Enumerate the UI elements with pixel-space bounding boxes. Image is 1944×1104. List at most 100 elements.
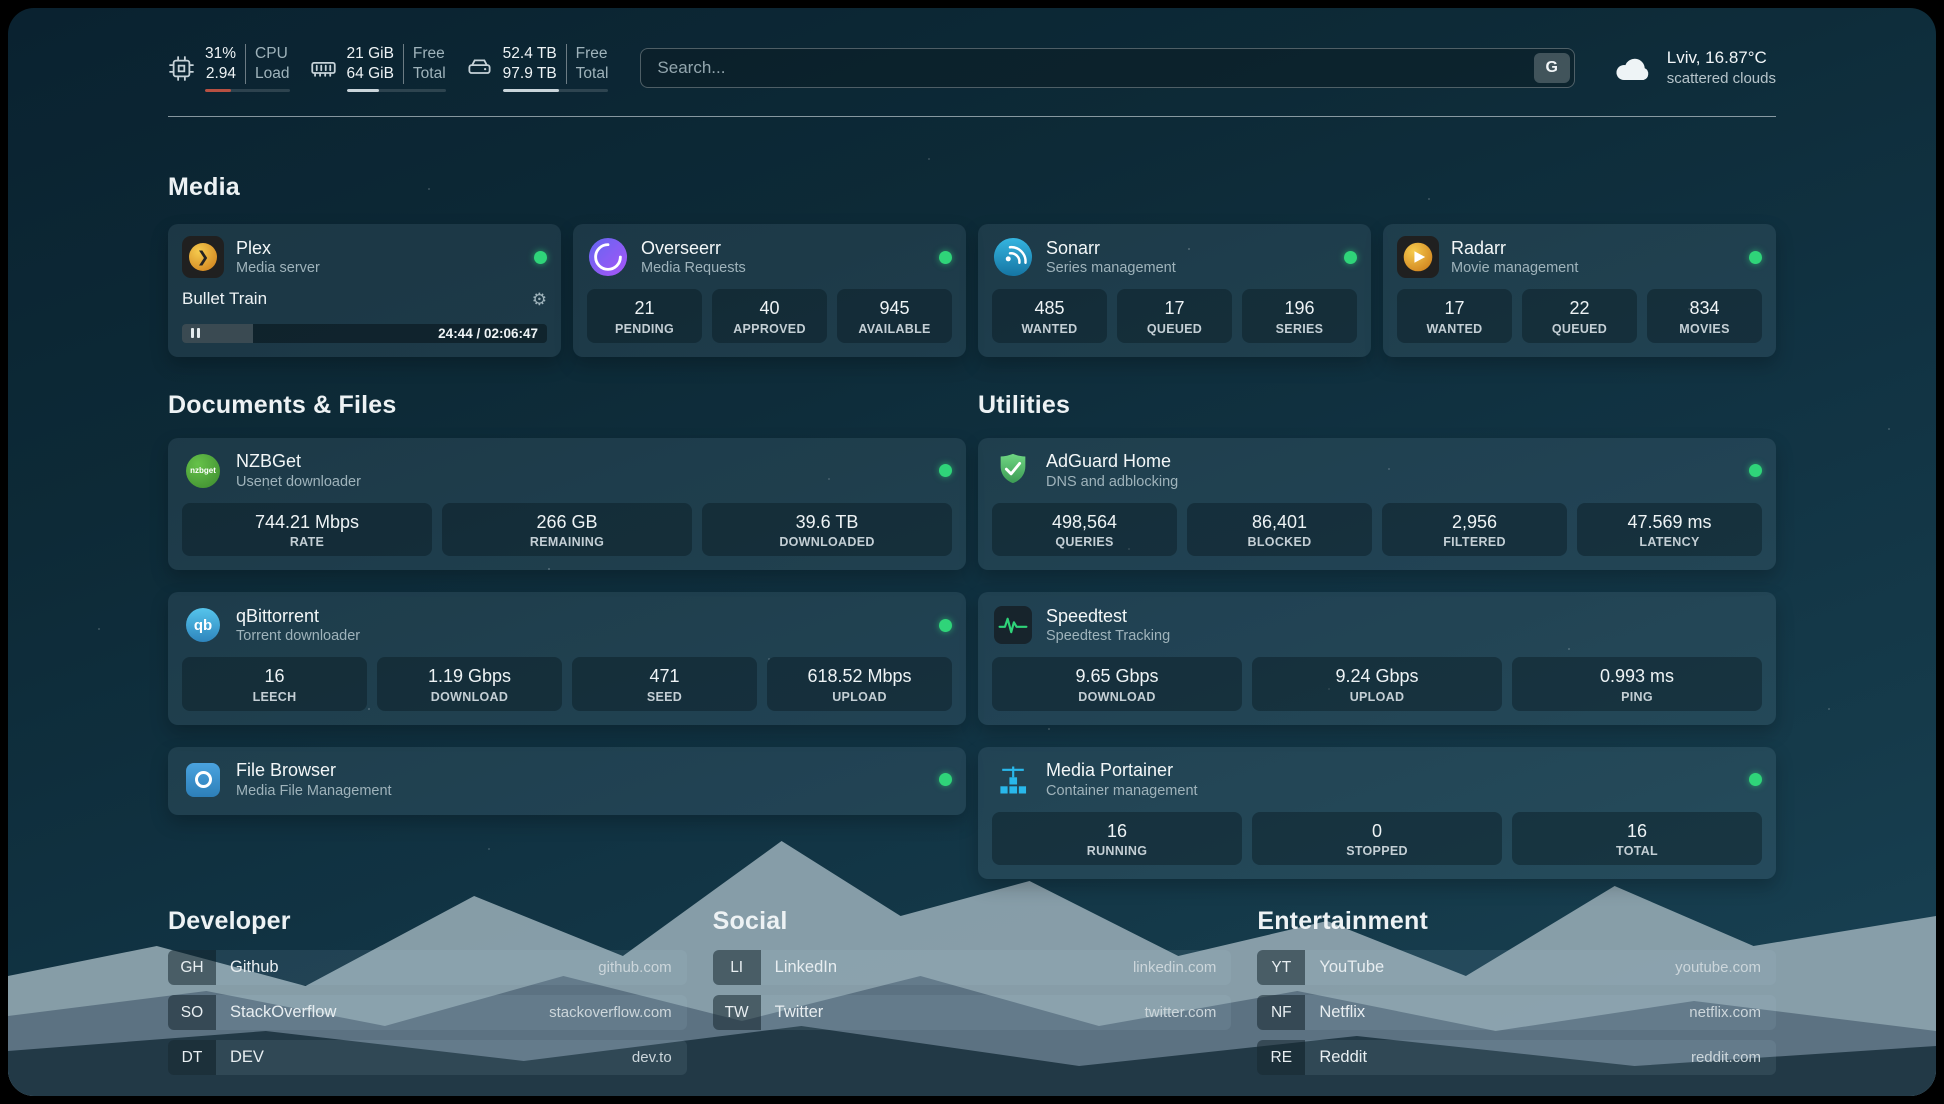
service-name: qBittorrent [236, 605, 360, 628]
service-card-overseerr[interactable]: Overseerr Media Requests 21 PENDING 40 A… [573, 224, 966, 357]
section-media: Media ❯ Plex Media server [168, 173, 1776, 357]
memory-usage-bar [347, 89, 446, 92]
stat-download: 1.19 Gbps DOWNLOAD [377, 657, 562, 711]
service-subtitle: Media File Management [236, 782, 392, 800]
playback-progress-bar[interactable]: 24:44 / 02:06:47 [182, 324, 547, 343]
bookmark-reddit[interactable]: RE Reddit reddit.com [1257, 1040, 1776, 1075]
section-title-media: Media [168, 173, 1776, 202]
stat-movies: 834 MOVIES [1647, 289, 1762, 343]
stat-series: 196 SERIES [1242, 289, 1357, 343]
stat-upload: 9.24 Gbps UPLOAD [1252, 657, 1502, 711]
service-card-radarr[interactable]: Radarr Movie management 17 WANTED 22 QUE… [1383, 224, 1776, 357]
service-name: Speedtest [1046, 605, 1170, 628]
bookmark-abbr: DT [168, 1040, 216, 1075]
settings-gear-icon[interactable]: ⚙ [532, 291, 547, 308]
bookmark-url: youtube.com [1675, 950, 1776, 985]
bookmark-group-developer: Developer GH Github github.com SO StackO… [168, 907, 687, 1075]
weather-widget: Lviv, 16.87°C scattered clouds [1613, 47, 1776, 89]
stat-ping: 0.993 ms PING [1512, 657, 1762, 711]
resource-widgets: 31% 2.94 CPU Load [168, 44, 608, 92]
service-card-plex[interactable]: ❯ Plex Media server Bullet Train ⚙ [168, 224, 561, 357]
service-name: NZBGet [236, 450, 361, 473]
section-title-social: Social [713, 907, 1232, 936]
stat-leech: 16 LEECH [182, 657, 367, 711]
cloud-icon [1613, 52, 1655, 84]
bookmark-url: stackoverflow.com [549, 995, 687, 1030]
bookmark-name: Github [216, 950, 279, 985]
stat-queued: 17 QUEUED [1117, 289, 1232, 343]
status-dot-online [939, 619, 952, 632]
memory-total-value: 64 GiB [347, 64, 394, 84]
stat-downloaded: 39.6 TB DOWNLOADED [702, 503, 952, 557]
status-dot-online [1344, 251, 1357, 264]
disk-free-label: Free [576, 44, 609, 64]
bookmark-url: reddit.com [1691, 1040, 1776, 1075]
stat-wanted: 485 WANTED [992, 289, 1107, 343]
service-card-speedtest[interactable]: Speedtest Speedtest Tracking 9.65 Gbps D… [978, 592, 1776, 725]
memory-icon [310, 55, 337, 82]
bookmark-github[interactable]: GH Github github.com [168, 950, 687, 985]
stat-download: 9.65 Gbps DOWNLOAD [992, 657, 1242, 711]
service-card-sonarr[interactable]: Sonarr Series management 485 WANTED 17 Q… [978, 224, 1371, 357]
service-card-portainer[interactable]: Media Portainer Container management 16 … [978, 747, 1776, 880]
section-utilities: Utilities [978, 391, 1776, 880]
service-name: Radarr [1451, 237, 1578, 260]
service-subtitle: Torrent downloader [236, 627, 360, 645]
bookmark-url: dev.to [632, 1040, 687, 1075]
section-title-developer: Developer [168, 907, 687, 936]
top-bar: 31% 2.94 CPU Load [168, 44, 1776, 92]
bookmark-twitter[interactable]: TW Twitter twitter.com [713, 995, 1232, 1030]
disk-widget: 52.4 TB 97.9 TB Free Total [466, 44, 609, 92]
search-input[interactable] [640, 48, 1574, 88]
bookmark-stackoverflow[interactable]: SO StackOverflow stackoverflow.com [168, 995, 687, 1030]
nzbget-icon: nzbget [182, 450, 224, 492]
bookmark-youtube[interactable]: YT YouTube youtube.com [1257, 950, 1776, 985]
status-dot-online [1749, 251, 1762, 264]
stat-available: 945 AVAILABLE [837, 289, 952, 343]
sonarr-icon [992, 236, 1034, 278]
bookmark-url: twitter.com [1145, 995, 1232, 1030]
stat-rate: 744.21 Mbps RATE [182, 503, 432, 557]
section-documents: Documents & Files nzbget NZBGet Usenet d… [168, 391, 966, 815]
bookmark-linkedin[interactable]: LI LinkedIn linkedin.com [713, 950, 1232, 985]
service-subtitle: Speedtest Tracking [1046, 627, 1170, 645]
disk-total-value: 97.9 TB [503, 64, 557, 84]
bookmark-abbr: GH [168, 950, 216, 985]
service-card-adguard[interactable]: AdGuard Home DNS and adblocking 498,564 … [978, 438, 1776, 571]
stat-approved: 40 APPROVED [712, 289, 827, 343]
bookmark-name: YouTube [1305, 950, 1384, 985]
bookmark-netflix[interactable]: NF Netflix netflix.com [1257, 995, 1776, 1030]
cpu-label: CPU [255, 44, 289, 64]
bookmark-url: linkedin.com [1133, 950, 1231, 985]
cpu-usage-value: 31% [205, 44, 236, 64]
service-subtitle: DNS and adblocking [1046, 473, 1178, 491]
bookmark-abbr: YT [1257, 950, 1305, 985]
stat-filtered: 2,956 FILTERED [1382, 503, 1567, 557]
divider [566, 44, 567, 84]
disk-total-label: Total [576, 64, 609, 84]
stat-pending: 21 PENDING [587, 289, 702, 343]
cpu-widget: 31% 2.94 CPU Load [168, 44, 290, 92]
weather-location: Lviv, 16.87°C [1667, 47, 1776, 69]
search-provider-button[interactable]: G [1534, 53, 1570, 83]
service-card-filebrowser[interactable]: File Browser Media File Management [168, 747, 966, 815]
bookmark-name: Twitter [761, 995, 824, 1030]
service-name: AdGuard Home [1046, 450, 1178, 473]
stat-queued: 22 QUEUED [1522, 289, 1637, 343]
service-subtitle: Usenet downloader [236, 473, 361, 491]
memory-widget: 21 GiB 64 GiB Free Total [310, 44, 446, 92]
stat-total: 16 TOTAL [1512, 812, 1762, 866]
service-card-qbittorrent[interactable]: qb qBittorrent Torrent downloader 16 [168, 592, 966, 725]
pause-icon[interactable] [191, 328, 200, 338]
bookmark-abbr: RE [1257, 1040, 1305, 1075]
section-title-entertainment: Entertainment [1257, 907, 1776, 936]
stat-wanted: 17 WANTED [1397, 289, 1512, 343]
service-card-nzbget[interactable]: nzbget NZBGet Usenet downloader 744.21 M… [168, 438, 966, 571]
plex-icon: ❯ [182, 236, 224, 278]
status-dot-online [1749, 464, 1762, 477]
radarr-icon [1397, 236, 1439, 278]
now-playing-title: Bullet Train [182, 289, 267, 309]
disk-icon [466, 55, 493, 82]
stat-blocked: 86,401 BLOCKED [1187, 503, 1372, 557]
bookmark-dev-to[interactable]: DT DEV dev.to [168, 1040, 687, 1075]
